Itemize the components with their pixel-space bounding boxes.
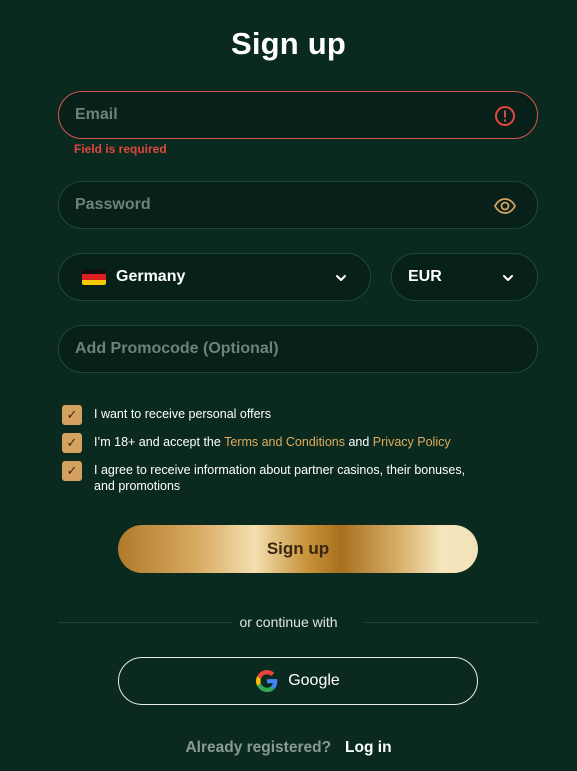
already-registered-text: Already registered? xyxy=(185,739,332,756)
promocode-field[interactable]: Add Promocode (Optional) xyxy=(58,325,538,373)
terms-label: I’m 18+ and accept the Terms and Conditi… xyxy=(94,433,494,450)
partners-label: I agree to receive information about par… xyxy=(94,463,466,493)
chevron-down-icon xyxy=(336,275,346,281)
eye-icon[interactable] xyxy=(493,194,517,218)
terms-link[interactable]: Terms and Conditions xyxy=(224,435,345,449)
consent-partners-row: ✓ I agree to receive information about p… xyxy=(62,461,489,494)
offers-label: I want to receive personal offers xyxy=(94,407,271,421)
check-icon: ✓ xyxy=(66,435,78,450)
chevron-down-icon xyxy=(503,275,513,281)
currency-select[interactable]: EUR xyxy=(391,253,538,301)
consent-terms-row: ✓ I’m 18+ and accept the Terms and Condi… xyxy=(62,433,494,453)
consent-offers-row: ✓ I want to receive personal offers xyxy=(62,405,494,425)
check-icon: ✓ xyxy=(66,463,78,478)
login-prompt: Already registered? Log in xyxy=(0,739,577,757)
password-placeholder: Password xyxy=(75,196,151,213)
google-label: Google xyxy=(288,672,340,689)
country-value: Germany xyxy=(116,268,186,285)
privacy-link[interactable]: Privacy Policy xyxy=(373,435,451,449)
terms-checkbox[interactable]: ✓ xyxy=(62,433,82,453)
germany-flag-icon xyxy=(82,269,106,285)
login-link[interactable]: Log in xyxy=(345,739,392,756)
email-field[interactable]: Email xyxy=(58,91,538,139)
error-icon xyxy=(495,106,515,126)
password-field[interactable]: Password xyxy=(58,181,538,229)
signup-button[interactable]: Sign up xyxy=(118,525,478,573)
promocode-placeholder: Add Promocode (Optional) xyxy=(75,340,279,357)
google-button[interactable]: Google xyxy=(118,657,478,705)
divider-right xyxy=(364,622,538,623)
terms-and-text: and xyxy=(344,435,373,449)
google-icon xyxy=(256,670,278,692)
terms-prefix-text: I’m 18+ and accept the xyxy=(94,435,225,449)
currency-value: EUR xyxy=(408,268,442,285)
email-placeholder: Email xyxy=(75,106,118,123)
email-error-message: Field is required xyxy=(74,142,167,156)
offers-checkbox[interactable]: ✓ xyxy=(62,405,82,425)
check-icon: ✓ xyxy=(66,407,78,422)
partners-checkbox[interactable]: ✓ xyxy=(62,461,82,481)
country-select[interactable]: Germany xyxy=(58,253,371,301)
page-title: Sign up xyxy=(230,26,347,61)
